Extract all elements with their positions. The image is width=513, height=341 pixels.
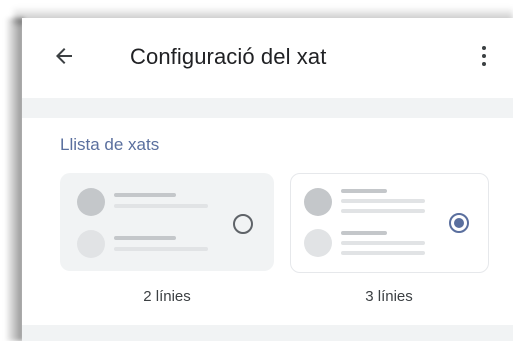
placeholder-line (114, 247, 208, 251)
screenshot-frame: Configuració del xat Llista de xats 2 lí… (0, 0, 513, 341)
placeholder-line (341, 199, 425, 203)
option-label-two-lines: 2 línies (143, 288, 191, 305)
more-vert-icon-dot (482, 62, 486, 66)
chat-settings-screen: Configuració del xat Llista de xats 2 lí… (22, 18, 513, 341)
option-label-three-lines: 3 línies (365, 288, 413, 305)
placeholder-line (341, 189, 387, 193)
section-divider (22, 98, 513, 118)
avatar-placeholder (304, 188, 332, 216)
avatar-placeholder (77, 188, 105, 216)
placeholder-line (341, 241, 425, 245)
page-title: Configuració del xat (130, 44, 327, 69)
more-vert-icon (482, 46, 486, 50)
bottom-divider (22, 325, 513, 341)
placeholder-line (114, 204, 208, 208)
placeholder-line (341, 231, 387, 235)
back-button[interactable] (50, 42, 78, 70)
more-vert-icon-dot (482, 54, 486, 58)
placeholder-line (114, 193, 176, 197)
radio-two-lines[interactable] (233, 214, 253, 234)
placeholder-line (341, 251, 425, 255)
placeholder-line (341, 209, 425, 213)
avatar-placeholder (304, 229, 332, 257)
option-three-lines[interactable] (290, 173, 489, 273)
placeholder-line (114, 236, 176, 240)
radio-three-lines[interactable] (449, 213, 469, 233)
avatar-placeholder (77, 230, 105, 258)
arrow-left-icon (56, 48, 72, 64)
app-bar: Configuració del xat (22, 18, 513, 98)
more-options-button[interactable] (473, 40, 495, 72)
option-two-lines[interactable] (60, 173, 274, 271)
section-title: Llista de xats (60, 135, 160, 154)
